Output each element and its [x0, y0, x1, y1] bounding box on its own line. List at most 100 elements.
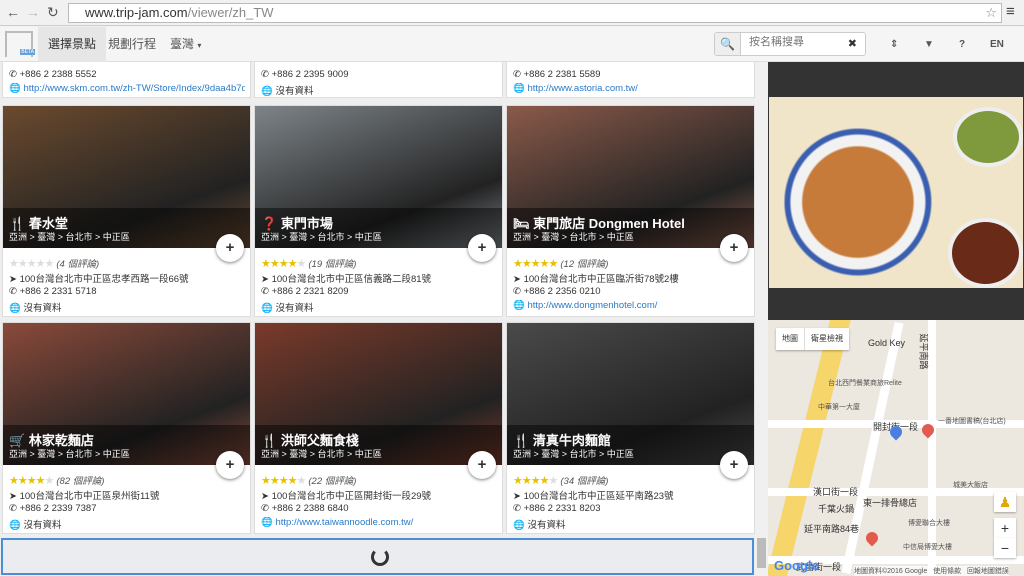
- list-item[interactable]: 🍴 洪師父麵食棧 亞洲 > 臺灣 > 台北市 > 中正區 + ★★★★★ (22 …: [254, 322, 503, 534]
- report-link[interactable]: 回報地圖錯誤: [967, 568, 1009, 575]
- review-count[interactable]: (19 個評論): [308, 259, 356, 270]
- website-link[interactable]: http://www.skm.com.tw/zh-TW/Store/Index/…: [23, 83, 245, 94]
- star-full-icon: ★: [17, 475, 28, 487]
- list-item[interactable]: ✆ +886 2 2388 5552 🌐 http://www.skm.com.…: [2, 62, 251, 98]
- review-count[interactable]: (82 個評論): [56, 476, 104, 487]
- address-row: ➤ 100台灣台北市中正區延平南路23號: [513, 491, 674, 502]
- sort-icon[interactable]: ⇕: [890, 27, 898, 62]
- map-label: 千葉火鍋: [818, 504, 855, 514]
- search-icon[interactable]: 🔍: [715, 33, 741, 55]
- address-row: ➤ 100台灣台北市中正區開封街一段29號: [261, 491, 432, 502]
- app-logo[interactable]: BETA: [5, 31, 35, 57]
- star-full-icon: ★: [287, 258, 298, 270]
- app-navbar: BETA 選擇景點 規劃行程 臺灣 ▾ 🔍 ✖ ⇕ ▼ ? EN: [0, 27, 1024, 62]
- review-count[interactable]: (34 個評論): [560, 476, 608, 487]
- list-item[interactable]: 🍴 春水堂 亞洲 > 臺灣 > 台北市 > 中正區 + ★★★★★ (4 個評論)…: [2, 105, 251, 317]
- question-icon: ❓: [261, 216, 278, 231]
- address: 100台灣台北市中正區泉州街11號: [19, 491, 160, 502]
- scrollbar-thumb[interactable]: [757, 538, 766, 568]
- star-empty-icon: ★: [17, 258, 28, 270]
- phone: +886 2 2331 8203: [523, 503, 601, 514]
- star-rating: ★★★★★: [513, 475, 558, 487]
- phone-row: ✆ +886 2 2388 6840: [261, 503, 349, 514]
- website-row: 🌐 http://www.dongmenhotel.com/: [513, 300, 658, 311]
- map-label: 一番地圖書稿(台北店): [938, 418, 1006, 425]
- rating-row: ★★★★★ (22 個評論): [261, 473, 497, 487]
- website-row: 🌐 http://www.taiwannoodle.com.tw/: [261, 517, 414, 528]
- star-full-icon: ★: [269, 475, 280, 487]
- search-input[interactable]: [749, 36, 849, 48]
- map-type-map[interactable]: 地圖: [776, 328, 804, 350]
- address-bar[interactable]: www.trip-jam.com/viewer/zh_TW ☆: [68, 3, 1002, 23]
- star-full-icon: ★: [513, 475, 523, 487]
- browser-menu-icon[interactable]: ≡: [1006, 3, 1015, 20]
- clear-icon[interactable]: ✖: [848, 37, 857, 50]
- nav-select-spots[interactable]: 選擇景點: [38, 27, 107, 62]
- website-none: 沒有資料: [23, 303, 62, 314]
- list-item[interactable]: 🍴 清真牛肉麵館 亞洲 > 臺灣 > 台北市 > 中正區 + ★★★★★ (34 …: [506, 322, 755, 534]
- star-full-icon: ★: [530, 258, 541, 270]
- breadcrumb: 亞洲 > 臺灣 > 台北市 > 中正區: [261, 449, 382, 459]
- beta-badge: BETA: [20, 49, 35, 55]
- address-row: ➤ 100台灣台北市中正區信義路二段81號: [261, 274, 432, 285]
- search-box: 🔍 ✖: [714, 32, 866, 56]
- phone: +886 2 2395 9009: [271, 69, 349, 80]
- review-count[interactable]: (22 個評論): [308, 476, 356, 487]
- website-link[interactable]: http://www.astoria.com.tw/: [527, 83, 637, 94]
- back-icon[interactable]: ←: [6, 4, 20, 20]
- list-item[interactable]: ✆ +886 2 2381 5589 🌐 http://www.astoria.…: [506, 62, 755, 98]
- website-link[interactable]: http://www.dongmenhotel.com/: [527, 300, 657, 311]
- map-label: 博愛聯合大樓: [908, 520, 950, 527]
- star-full-icon: ★: [261, 258, 271, 270]
- address-row: ➤ 100台灣台北市中正區泉州街11號: [9, 491, 160, 502]
- nav-plan-trip[interactable]: 規劃行程: [98, 27, 166, 62]
- forward-icon[interactable]: →: [26, 4, 40, 20]
- scrollbar[interactable]: [755, 62, 768, 576]
- zoom-in-button[interactable]: +: [994, 518, 1016, 538]
- star-rating: ★★★★★: [261, 258, 306, 270]
- list-item[interactable]: ❓ 東門市場 亞洲 > 臺灣 > 台北市 > 中正區 + ★★★★★ (19 個評…: [254, 105, 503, 317]
- website-row: 🌐 沒有資料: [9, 520, 62, 531]
- star-empty-icon: ★: [44, 258, 55, 270]
- zoom-out-button[interactable]: −: [994, 538, 1016, 558]
- bookmark-star-icon[interactable]: ☆: [985, 4, 997, 22]
- url-host: www.trip-jam.com: [85, 5, 188, 20]
- map[interactable]: 地圖衛星檢視Gold Key台北西門餐業商旅Relite中華第一大廈開封街一段一…: [768, 320, 1024, 576]
- help-icon[interactable]: ?: [959, 27, 965, 62]
- website-row: 🌐 沒有資料: [513, 520, 566, 531]
- language-button[interactable]: EN: [990, 27, 1004, 62]
- breadcrumb: 亞洲 > 臺灣 > 台北市 > 中正區: [261, 232, 382, 242]
- google-logo: Google: [774, 558, 819, 573]
- map-attribution: 地圖資料©2016 Google: [854, 568, 928, 575]
- list-item[interactable]: 🛒 林家乾麵店 亞洲 > 臺灣 > 台北市 > 中正區 + ★★★★★ (82 個…: [2, 322, 251, 534]
- website-link[interactable]: http://www.taiwannoodle.com.tw/: [275, 517, 413, 528]
- address: 100台灣台北市中正區忠孝西路一段66號: [19, 274, 189, 285]
- filter-icon[interactable]: ▼: [924, 27, 934, 62]
- review-count[interactable]: (12 個評論): [560, 259, 608, 270]
- phone: +886 2 2339 7387: [19, 503, 97, 514]
- load-more-bar[interactable]: [1, 538, 754, 575]
- phone-row: ✆ +886 2 2395 9009: [261, 69, 349, 80]
- map-marker-icon[interactable]: [863, 529, 881, 547]
- loading-spinner-icon: [371, 548, 389, 566]
- reload-icon[interactable]: ↻: [47, 4, 59, 21]
- list-item[interactable]: ✆ +886 2 2395 9009 🌐 沒有資料: [254, 62, 503, 98]
- star-half-icon: ★: [287, 475, 298, 487]
- phone-row: ✆ +886 2 2381 5589: [513, 69, 601, 80]
- nav-region-dropdown[interactable]: 臺灣 ▾: [160, 27, 211, 62]
- terms-link[interactable]: 使用條款: [933, 568, 961, 575]
- spot-name: 清真牛肉麵館: [532, 433, 611, 448]
- star-full-icon: ★: [539, 258, 550, 270]
- map-type-satellite[interactable]: 衛星檢視: [804, 328, 849, 350]
- star-rating: ★★★★★: [9, 475, 54, 487]
- phone-row: ✆ +886 2 2331 8203: [513, 503, 601, 514]
- breadcrumb: 亞洲 > 臺灣 > 台北市 > 中正區: [9, 232, 130, 242]
- rating-row: ★★★★★ (19 個評論): [261, 256, 497, 270]
- star-full-icon: ★: [521, 475, 532, 487]
- pegman-icon[interactable]: ♟: [994, 492, 1016, 512]
- list-item[interactable]: 🛏 東門旅店 Dongmen Hotel 亞洲 > 臺灣 > 台北市 > 中正區…: [506, 105, 755, 317]
- map-label: 中信局博愛大樓: [903, 544, 952, 551]
- spot-name: 東門市場: [280, 216, 333, 231]
- review-count[interactable]: (4 個評論): [56, 259, 99, 270]
- website-none: 沒有資料: [527, 520, 566, 531]
